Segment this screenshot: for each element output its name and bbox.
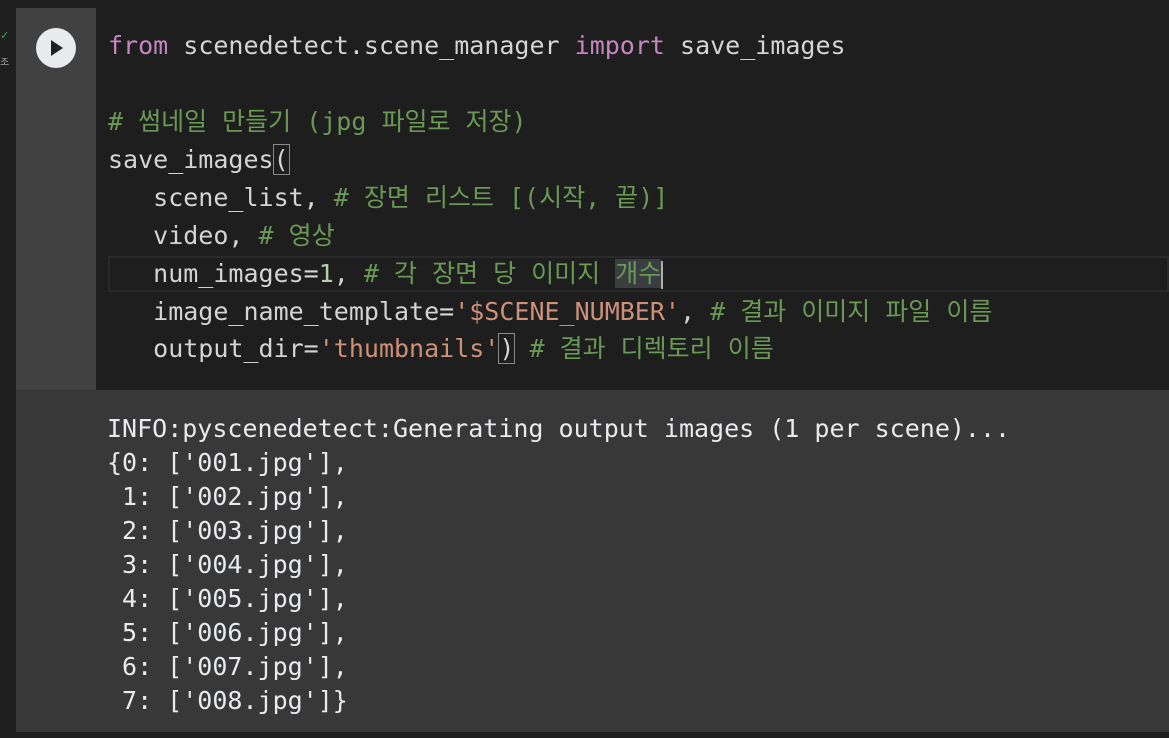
- output-line: {0: ['001.jpg'],: [107, 448, 348, 477]
- code-comment: # 영상: [258, 221, 335, 250]
- code-cell: from scenedetect.scene_manager import sa…: [16, 8, 1169, 732]
- code-string: '$SCENE_NUMBER': [454, 297, 680, 326]
- code-keyword-import: import: [574, 31, 665, 60]
- code-argument: video,: [153, 221, 244, 250]
- code-line-7: num_images=1, # 각 장면 당 이미지 개수: [108, 256, 664, 292]
- code-comment-selected-word: 개수: [615, 259, 662, 288]
- code-argument: image_name_template=: [153, 297, 455, 326]
- code-string: 'thumbnails': [318, 334, 500, 363]
- code-comment: # 결과 이미지 파일 이름: [710, 297, 993, 326]
- cell-output: INFO:pyscenedetect:Generating output ima…: [16, 390, 1169, 732]
- code-number: 1: [318, 259, 334, 288]
- code-separator: ,: [679, 297, 696, 326]
- code-line-4: save_images(: [108, 142, 290, 178]
- text-cursor: [661, 261, 664, 289]
- code-open-paren: (: [272, 144, 290, 175]
- code-line-5: scene_list, # 장면 리스트 [(시작, 끝)]: [108, 180, 668, 216]
- code-comment: # 장면 리스트 [(시작, 끝)]: [333, 183, 669, 212]
- code-comment: # 결과 디렉토리 이름: [529, 334, 774, 363]
- code-line-8: image_name_template='$SCENE_NUMBER', # 결…: [108, 294, 992, 330]
- code-argument: scene_list,: [153, 183, 319, 212]
- check-icon: ✓: [0, 29, 10, 42]
- run-cell-button[interactable]: [36, 28, 76, 68]
- code-keyword-from: from: [108, 31, 169, 60]
- code-import-name: save_images: [680, 31, 846, 60]
- execution-time-label: 초: [0, 58, 10, 68]
- play-icon: [51, 40, 63, 56]
- code-comment: # 각 장면 당 이미지: [363, 259, 616, 288]
- code-comment: # 썸네일 만들기 (jpg 파일로 저장): [108, 107, 527, 136]
- code-line-9: output_dir='thumbnails') # 결과 디렉토리 이름: [108, 331, 774, 367]
- code-separator: ,: [333, 259, 349, 288]
- output-line: 6: ['007.jpg'],: [107, 652, 348, 681]
- cell-gutter: [16, 8, 96, 390]
- output-line: 3: ['004.jpg'],: [107, 550, 348, 579]
- execution-status: ✓ 초: [0, 30, 12, 80]
- code-line-1: from scenedetect.scene_manager import sa…: [108, 28, 846, 64]
- code-function-name: save_images: [108, 145, 274, 174]
- output-line: 4: ['005.jpg'],: [107, 584, 348, 613]
- code-editor[interactable]: from scenedetect.scene_manager import sa…: [96, 8, 1169, 390]
- code-argument: num_images=: [153, 259, 319, 288]
- code-line-3: # 썸네일 만들기 (jpg 파일로 저장): [108, 104, 527, 140]
- output-line: 7: ['008.jpg']}: [107, 686, 348, 715]
- code-argument: output_dir=: [153, 334, 319, 363]
- notebook-frame: ✓ 초 from scenedetect.scene_manager impor…: [0, 0, 1169, 738]
- output-line: 2: ['003.jpg'],: [107, 516, 348, 545]
- code-module: scenedetect.scene_manager: [183, 31, 560, 60]
- output-line: INFO:pyscenedetect:Generating output ima…: [107, 414, 1011, 443]
- code-close-paren: ): [498, 333, 516, 364]
- output-line: 1: ['002.jpg'],: [107, 482, 348, 511]
- code-line-6: video, # 영상: [108, 218, 335, 254]
- output-line: 5: ['006.jpg'],: [107, 618, 348, 647]
